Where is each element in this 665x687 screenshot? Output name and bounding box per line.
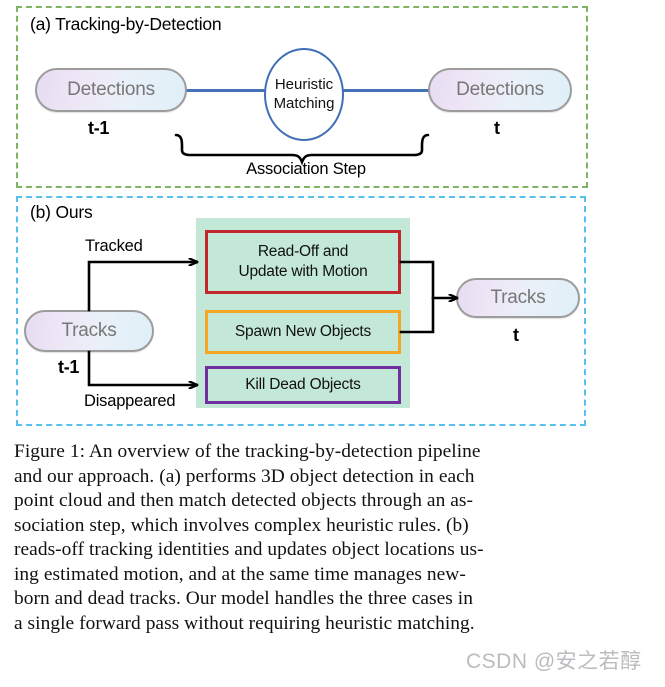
box-read-off-line2: Update with Motion <box>238 263 368 280</box>
caption-line: sociation step, which involves complex h… <box>14 514 469 536</box>
csdn-watermark: CSDN @安之若醇 <box>466 650 642 673</box>
node-heuristic-matching: Heuristic Matching <box>264 48 344 141</box>
label-edge-tracked: Tracked <box>85 237 143 255</box>
box-spawn-label: Spawn New Objects <box>234 322 372 340</box>
node-tracks-prev: Tracks <box>24 310 154 352</box>
heuristic-line1: Heuristic <box>274 75 334 93</box>
caption-line: a single forward pass without requiring … <box>14 612 475 634</box>
caption-line: point cloud and then match detected obje… <box>14 490 473 512</box>
figure-caption: Figure 1: An overview of the tracking-by… <box>14 440 598 636</box>
caption-line: ing estimated motion, and at the same ti… <box>14 563 466 585</box>
label-edge-disappeared: Disappeared <box>84 392 176 410</box>
caption-line: Figure 1: An overview of the tracking-by… <box>14 441 481 462</box>
label-tracks-prev-time: t-1 <box>58 357 80 377</box>
caption-line: reads-off tracking identities and update… <box>14 539 484 561</box>
heuristic-line2: Matching <box>273 94 335 112</box>
connector-left-a <box>186 89 268 92</box>
panel-a-title: (a) Tracking-by-Detection <box>30 14 222 34</box>
label-association-step: Association Step <box>246 160 366 178</box>
node-detections-prev: Detections <box>35 68 187 112</box>
panel-b-title: (b) Ours <box>30 202 93 222</box>
box-read-off-line1: Read-Off and <box>257 242 349 260</box>
caption-line: born and dead tracks. Our model handles … <box>14 588 473 610</box>
node-detections-curr: Detections <box>428 68 572 112</box>
box-spawn-new-objects: Spawn New Objects <box>205 310 401 354</box>
label-tracks-curr-time: t <box>513 325 519 345</box>
box-read-off-and-update: Read-Off and Update with Motion <box>205 230 401 294</box>
label-detections-prev-time: t-1 <box>88 118 110 138</box>
node-tracks-curr: Tracks <box>456 278 580 318</box>
connector-right-a <box>340 89 430 92</box>
label-detections-curr-time: t <box>494 118 500 138</box>
box-kill-label: Kill Dead Objects <box>245 375 361 393</box>
caption-line: and our approach. (a) performs 3D object… <box>14 465 475 487</box>
box-kill-dead-objects: Kill Dead Objects <box>205 366 401 404</box>
figure-image: (a) Tracking-by-Detection Detections t-1… <box>0 0 665 432</box>
